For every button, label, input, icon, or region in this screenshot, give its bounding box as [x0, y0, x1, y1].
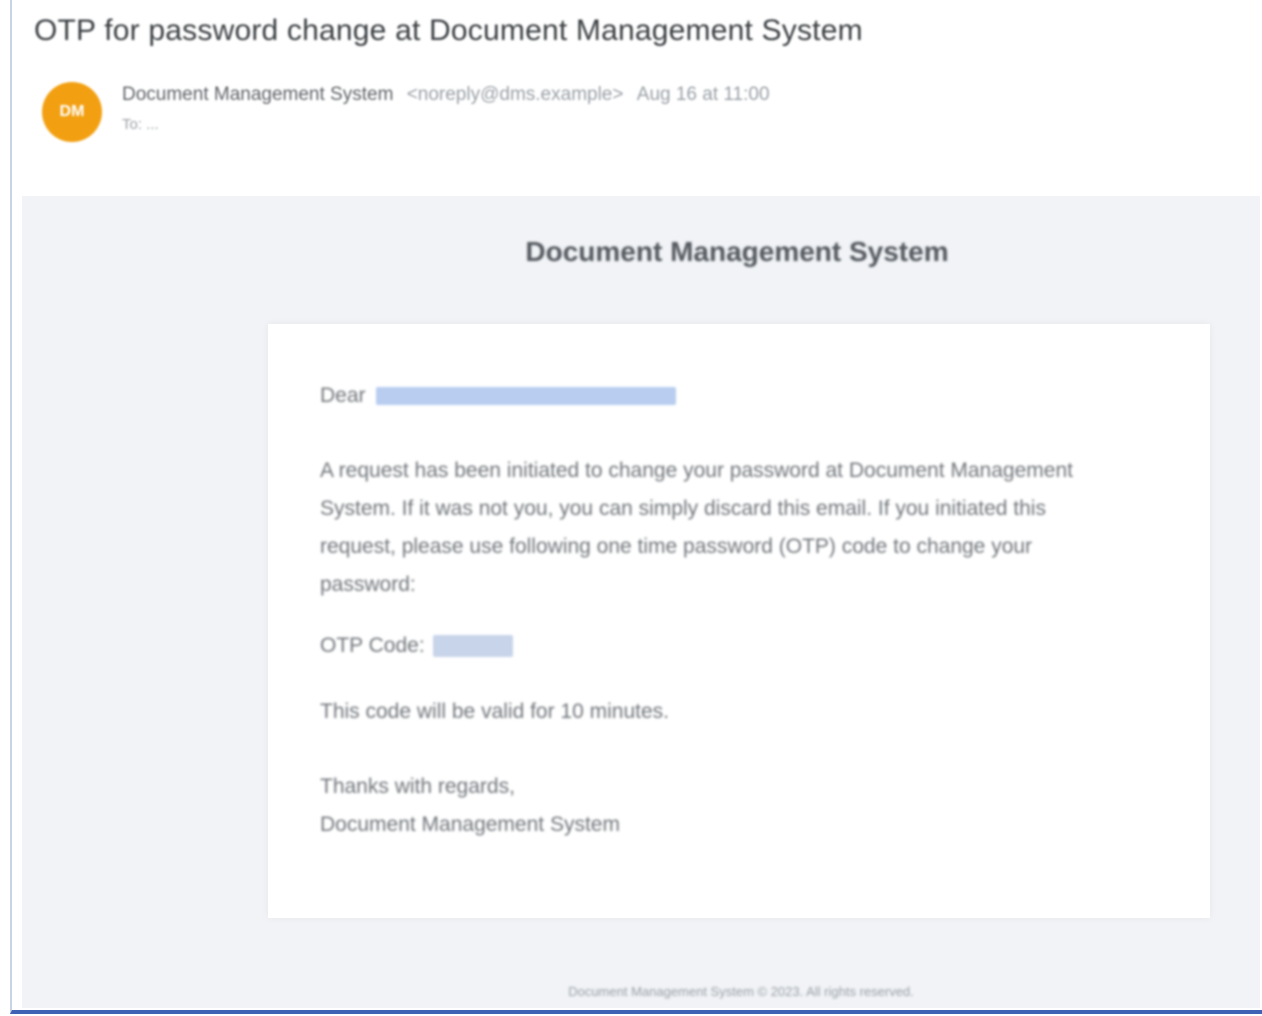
email-subject: OTP for password change at Document Mana…: [34, 14, 863, 47]
avatar-initials: DM: [59, 103, 85, 120]
greeting-line: Dear: [320, 384, 676, 408]
sent-date: Aug 16 at 11:00: [636, 84, 770, 105]
sender-name[interactable]: Document Management System: [122, 84, 393, 105]
signoff-line-1: Thanks with regards,: [320, 775, 515, 798]
sender-line: Document Management System <noreply@dms.…: [122, 84, 770, 106]
validity-note: This code will be valid for 10 minutes.: [320, 700, 669, 723]
email-body: Document Management System Dear A reques…: [22, 196, 1260, 1008]
message-card: Dear A request has been initiated to cha…: [268, 324, 1210, 918]
message-paragraph: A request has been initiated to change y…: [320, 459, 1073, 596]
greeting-text: Dear: [320, 384, 366, 407]
otp-line: OTP Code:: [320, 634, 513, 658]
signoff-line-2: Document Management System: [320, 813, 620, 836]
sender-avatar[interactable]: DM: [42, 82, 102, 142]
otp-label: OTP Code:: [320, 634, 425, 657]
recipient-line[interactable]: To: ...: [122, 116, 159, 133]
redacted-recipient-email: [375, 387, 676, 405]
sender-email[interactable]: <noreply@dms.example>: [407, 84, 624, 105]
brand-title: Document Management System: [525, 236, 949, 267]
footer-copyright: Document Management System © 2023. All r…: [568, 984, 914, 999]
signoff: Thanks with regards, Document Management…: [320, 768, 620, 844]
redacted-otp-code: [432, 635, 513, 657]
